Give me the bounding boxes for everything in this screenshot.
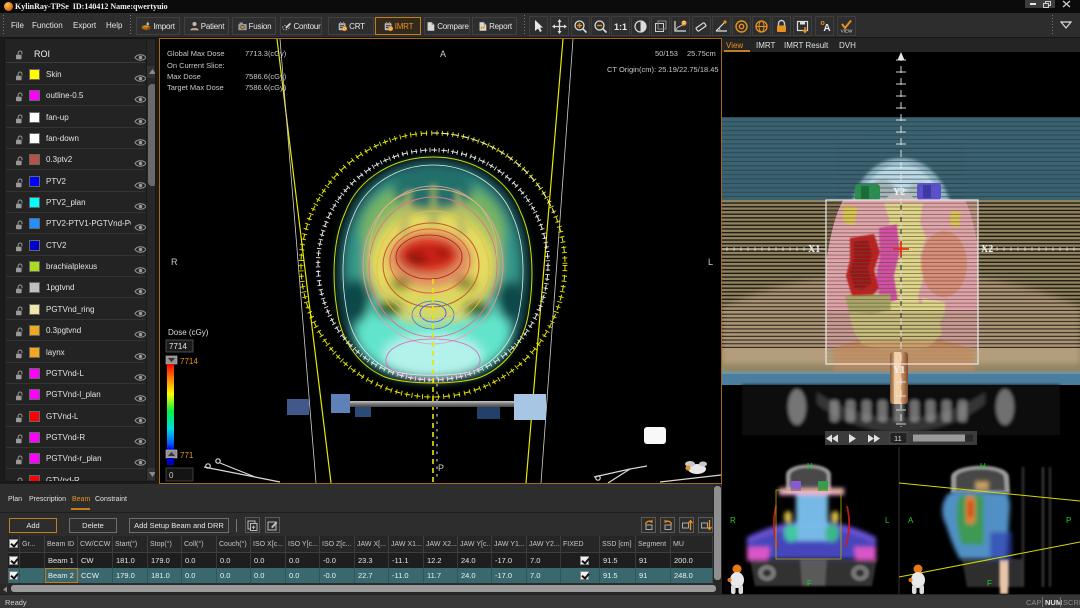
svg-text:771: 771 xyxy=(180,451,194,460)
svg-text:L: L xyxy=(885,516,890,525)
svg-text:A: A xyxy=(823,23,830,34)
svg-text:1:1: 1:1 xyxy=(614,22,627,32)
svg-text:Y1: Y1 xyxy=(893,365,905,376)
svg-text:H: H xyxy=(980,462,986,471)
svg-text:7714: 7714 xyxy=(180,357,198,366)
svg-text:Max Dose: Max Dose xyxy=(167,72,201,81)
svg-text:H: H xyxy=(807,462,813,471)
svg-text:F: F xyxy=(987,579,992,588)
svg-text:VIEW: VIEW xyxy=(841,28,853,33)
svg-text:R: R xyxy=(730,516,736,525)
svg-text:7713.3(cGy): 7713.3(cGy) xyxy=(245,49,287,58)
svg-text:P: P xyxy=(1066,516,1071,525)
svg-text:7714: 7714 xyxy=(169,342,187,351)
svg-text:R: R xyxy=(171,257,178,267)
svg-text:A: A xyxy=(440,49,446,59)
svg-text:11: 11 xyxy=(894,434,902,443)
svg-text:L: L xyxy=(708,257,713,267)
svg-text:7586.6(cGy): 7586.6(cGy) xyxy=(245,72,287,81)
svg-text:On Current Slice:: On Current Slice: xyxy=(167,61,225,70)
svg-text:Dose (cGy): Dose (cGy) xyxy=(168,328,209,337)
svg-text:Global Max Dose: Global Max Dose xyxy=(167,49,225,58)
svg-text:X1: X1 xyxy=(808,244,820,255)
svg-text:50/153: 50/153 xyxy=(655,49,678,58)
svg-text:P: P xyxy=(438,463,444,473)
svg-text:Y2: Y2 xyxy=(893,187,905,198)
svg-text:A: A xyxy=(908,516,914,525)
svg-text:F: F xyxy=(807,579,812,588)
svg-text:Target Max Dose: Target Max Dose xyxy=(167,83,224,92)
svg-text:0: 0 xyxy=(169,471,174,480)
svg-text:P: P xyxy=(389,26,392,31)
svg-text:X2: X2 xyxy=(981,244,993,255)
svg-text:7586.6(cGy): 7586.6(cGy) xyxy=(245,83,287,92)
svg-text:25.75cm: 25.75cm xyxy=(687,49,716,58)
svg-text:CT Origin(cm): 25.19/22.75/18.: CT Origin(cm): 25.19/22.75/18.45 xyxy=(607,65,719,74)
svg-text:P: P xyxy=(343,26,346,31)
